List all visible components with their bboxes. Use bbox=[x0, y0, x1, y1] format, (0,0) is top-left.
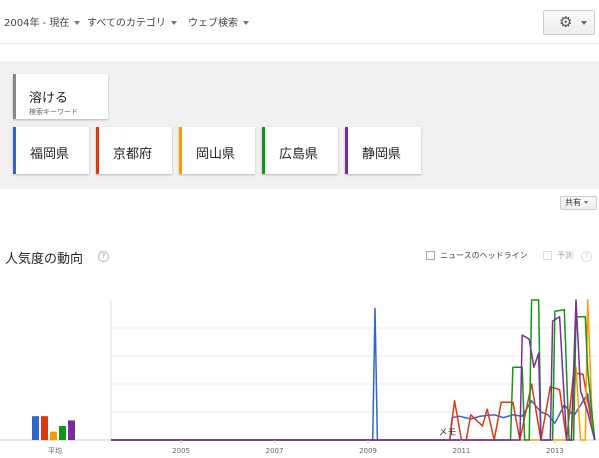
chevron-down-icon bbox=[243, 21, 249, 25]
average-bar bbox=[68, 420, 75, 440]
note-label: メモ bbox=[438, 428, 456, 438]
keyword-title: 溶ける bbox=[29, 91, 69, 106]
forecast-label: 予測 bbox=[557, 251, 573, 260]
term-label: 福岡県 bbox=[30, 147, 70, 162]
time-range-label: 2004年 - 現在 bbox=[4, 18, 70, 29]
chevron-down-icon bbox=[581, 21, 587, 25]
top-toolbar: 2004年 - 現在 すべてのカテゴリ ウェブ検索 ⚙ bbox=[0, 0, 599, 44]
x-tick-label: 2007 bbox=[266, 447, 284, 455]
search-type-dropdown[interactable]: ウェブ検索 bbox=[188, 14, 249, 29]
term-label: 静岡県 bbox=[362, 147, 402, 162]
term-chip-fukuoka[interactable]: 福岡県 bbox=[13, 127, 89, 174]
x-tick-label: 2011 bbox=[453, 447, 471, 455]
term-label: 岡山県 bbox=[196, 147, 236, 162]
keyword-card[interactable]: 溶ける 検索キーワード bbox=[13, 74, 108, 119]
category-dropdown[interactable]: すべてのカテゴリ bbox=[87, 14, 177, 29]
x-tick-label: 2009 bbox=[359, 447, 377, 455]
help-icon[interactable]: ? bbox=[98, 251, 109, 262]
x-tick-label: 2013 bbox=[546, 447, 564, 455]
trend-chart: 平均 2005 2007 2009 2011 2013 メモ bbox=[0, 299, 597, 455]
share-label: 共有 bbox=[565, 198, 581, 207]
chevron-down-icon bbox=[584, 201, 588, 204]
gear-icon: ⚙ bbox=[559, 13, 573, 31]
news-headlines-checkbox[interactable] bbox=[426, 251, 435, 260]
share-button[interactable]: 共有 bbox=[560, 196, 597, 210]
average-label: 平均 bbox=[48, 446, 62, 455]
term-label: 京都府 bbox=[113, 147, 153, 162]
average-bar bbox=[50, 431, 57, 440]
forecast-checkbox[interactable] bbox=[543, 251, 552, 260]
settings-button[interactable]: ⚙ bbox=[543, 10, 595, 35]
average-bar bbox=[59, 426, 66, 440]
term-chip-okayama[interactable]: 岡山県 bbox=[179, 127, 255, 174]
term-chip-hiroshima[interactable]: 広島県 bbox=[262, 127, 338, 174]
keyword-subtitle: 検索キーワード bbox=[29, 108, 78, 116]
search-type-label: ウェブ検索 bbox=[188, 18, 238, 29]
series-line-5 bbox=[111, 299, 596, 441]
chevron-down-icon bbox=[170, 21, 177, 25]
forecast-help-icon[interactable]: ? bbox=[581, 251, 592, 262]
term-chip-shizuoka[interactable]: 静岡県 bbox=[345, 127, 421, 174]
average-bar bbox=[41, 416, 48, 440]
term-label: 広島県 bbox=[279, 147, 319, 162]
x-tick-label: 2005 bbox=[172, 447, 190, 455]
term-chip-kyoto[interactable]: 京都府 bbox=[96, 127, 172, 174]
section-title: 人気度の動向 bbox=[5, 252, 84, 267]
time-range-dropdown[interactable]: 2004年 - 現在 bbox=[4, 14, 81, 29]
chevron-down-icon bbox=[74, 21, 81, 25]
news-headlines-label: ニュースのヘッドライン bbox=[440, 251, 528, 260]
average-bar bbox=[32, 416, 39, 440]
category-label: すべてのカテゴリ bbox=[87, 18, 166, 29]
